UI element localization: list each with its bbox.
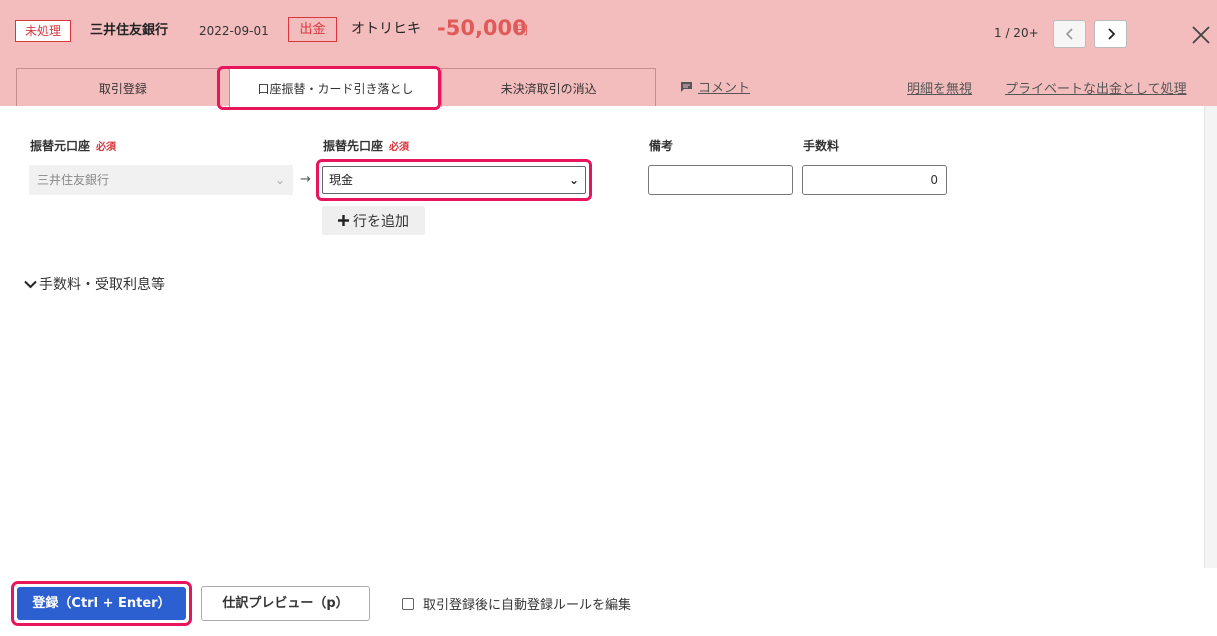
source-account-select: 三井住友銀行 ⌄ <box>29 165 293 195</box>
fees-toggle-label: 手数料・受取利息等 <box>39 277 165 293</box>
tab-bar: 取引登録 口座振替・カード引き落とし 未決済取引の消込 <box>16 66 656 110</box>
add-row-button[interactable]: 行を追加 <box>322 206 425 235</box>
close-icon <box>1192 26 1210 44</box>
ignore-link[interactable]: 明細を無視 <box>907 78 972 97</box>
prev-button[interactable] <box>1053 20 1086 48</box>
chevron-right-icon <box>1107 28 1115 40</box>
add-row-label: 行を追加 <box>353 213 409 230</box>
bank-name: 三井住友銀行 <box>90 23 169 38</box>
tab-register[interactable]: 取引登録 <box>17 69 230 107</box>
next-button[interactable] <box>1094 20 1127 48</box>
rule-edit-label: 取引登録後に自動登録ルールを編集 <box>423 598 632 613</box>
close-button[interactable] <box>1188 22 1214 48</box>
chevron-down-icon: ⌄ <box>274 173 285 187</box>
required-tag: 必須 <box>96 142 117 153</box>
status-badge: 未処理 <box>15 20 71 42</box>
plus-icon <box>338 215 349 226</box>
fees-section-toggle[interactable]: 手数料・受取利息等 <box>24 274 165 294</box>
pagination-count: 1 / 20+ <box>994 26 1039 40</box>
chevron-down-icon: ⌄ <box>568 173 579 187</box>
currency-unit: 円 <box>516 23 529 37</box>
tab-account-transfer-label: 口座振替・カード引き落とし <box>257 81 414 96</box>
chevron-left-icon <box>1065 28 1073 40</box>
comment-icon <box>681 81 692 92</box>
source-account-label: 振替元口座 必須 <box>30 139 117 153</box>
comment-link-label: コメント <box>698 81 751 96</box>
rule-edit-checkbox[interactable] <box>402 597 414 610</box>
dest-account-label: 振替先口座 必須 <box>323 139 410 153</box>
memo-input[interactable] <box>648 165 793 195</box>
transaction-date: 2022-09-01 <box>199 24 269 38</box>
transaction-type-badge: 出金 <box>288 17 337 42</box>
required-tag: 必須 <box>389 142 410 153</box>
private-expense-link[interactable]: プライベートな出金として処理 <box>1005 78 1187 97</box>
fee-input[interactable]: 0 <box>802 165 947 195</box>
scrollbar[interactable] <box>1204 106 1217 568</box>
transaction-header: 未処理 三井住友銀行 2022-09-01 出金 オトリヒキ -50,000 円… <box>0 0 1217 110</box>
transaction-amount: -50,000 <box>437 16 527 40</box>
memo-label: 備考 <box>649 139 674 153</box>
arrow-right-icon: → <box>300 172 311 187</box>
tab-account-transfer[interactable]: 口座振替・カード引き落とし <box>216 66 443 110</box>
fee-label: 手数料 <box>803 139 840 153</box>
register-button[interactable]: 登録（Ctrl + Enter） <box>17 587 186 620</box>
comment-link[interactable]: コメント <box>680 77 750 96</box>
preview-button[interactable]: 仕訳プレビュー（p） <box>201 586 370 621</box>
payee-name: オトリヒキ <box>351 21 421 37</box>
tab-reconcile[interactable]: 未決済取引の消込 <box>442 69 655 107</box>
chevron-down-icon <box>24 280 37 288</box>
rule-edit-checkbox-row[interactable]: 取引登録後に自動登録ルールを編集 <box>402 594 631 613</box>
dest-account-select[interactable]: 現金 ⌄ <box>322 166 586 194</box>
